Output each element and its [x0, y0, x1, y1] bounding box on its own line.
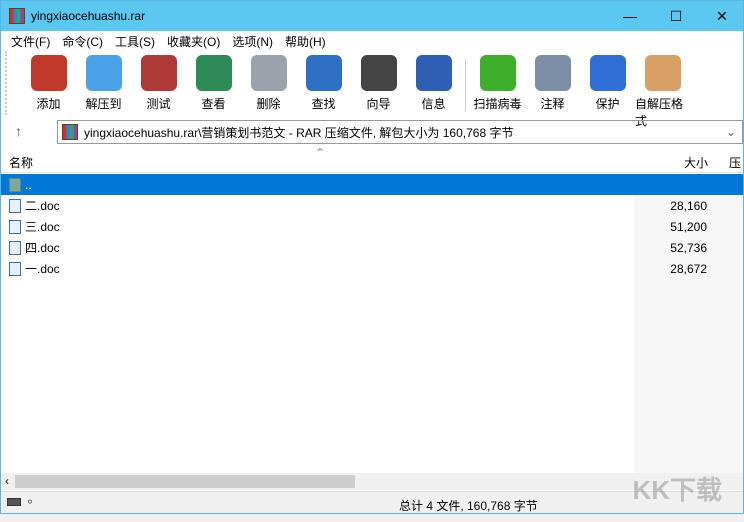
close-button[interactable]: ✕: [699, 1, 744, 31]
sort-arrow-icon: ⌃: [315, 146, 326, 160]
toolbar-button-trash[interactable]: 删除: [241, 55, 296, 112]
doc-file-icon: [9, 219, 21, 234]
folder-up-icon: [9, 177, 21, 192]
comment-icon: [534, 55, 571, 91]
shield-icon: [589, 55, 626, 91]
scroll-thumb[interactable]: [15, 475, 355, 488]
toolbar: 添加 解压到 测试 查看 删除 查找 向导 信息 扫描病毒 注释 保护 自解压格式: [5, 51, 743, 128]
address-bar: ↑ yingxiaocehuashu.rar\营销策划书范文 - RAR 压缩文…: [1, 119, 743, 147]
doc-file-icon: [9, 240, 21, 255]
minimize-button[interactable]: —: [607, 1, 653, 31]
trash-icon: [250, 55, 287, 91]
toolbar-label: 查找: [311, 97, 336, 111]
wizard-wand-icon: [360, 55, 397, 91]
file-size: 28,160: [670, 198, 707, 213]
drive-icon[interactable]: [7, 498, 21, 506]
menu-file[interactable]: 文件(F): [5, 33, 56, 50]
parent-folder-row[interactable]: ..: [1, 174, 743, 195]
file-name: 三.doc: [25, 220, 60, 234]
toolbar-button-virus-scan[interactable]: 扫描病毒: [470, 55, 525, 112]
menu-commands[interactable]: 命令(C): [56, 33, 109, 50]
file-name: ..: [25, 177, 32, 192]
column-header: 名称 ⌃ 大小 压缩: [1, 146, 743, 187]
scroll-left-icon[interactable]: ‹: [5, 474, 9, 488]
archive-icon: [62, 124, 78, 140]
extract-folder-icon: [85, 55, 122, 91]
toolbar-label: 查看: [201, 97, 226, 111]
toolbar-label: 保护: [595, 97, 620, 111]
key-icon[interactable]: ⚬: [25, 495, 35, 509]
toolbar-button-add-archive[interactable]: 添加: [21, 55, 76, 112]
add-archive-icon: [30, 55, 67, 91]
file-name: 二.doc: [25, 199, 60, 213]
menu-options[interactable]: 选项(N): [226, 33, 279, 50]
title-bar: yingxiaocehuashu.rar — ☐ ✕: [1, 1, 743, 31]
file-size: 52,736: [670, 240, 707, 255]
column-name[interactable]: 名称: [9, 154, 33, 171]
toolbar-label: 添加: [36, 97, 61, 111]
toolbar-button-shield[interactable]: 保护: [580, 55, 635, 112]
toolbar-label: 扫描病毒: [473, 97, 522, 111]
file-size: 51,200: [670, 219, 707, 234]
file-row[interactable]: 四.doc 52,736: [1, 237, 743, 258]
winrar-logo-icon: [9, 8, 25, 24]
toolbar-label: 解压到: [85, 97, 122, 111]
path-field[interactable]: yingxiaocehuashu.rar\营销策划书范文 - RAR 压缩文件,…: [57, 120, 743, 144]
info-icon: [415, 55, 452, 91]
toolbar-button-wizard-wand[interactable]: 向导: [351, 55, 406, 112]
file-row[interactable]: 一.doc 28,672: [1, 258, 743, 279]
toolbar-button-test-clipboard[interactable]: 测试: [131, 55, 186, 112]
toolbar-label: 测试: [146, 97, 171, 111]
toolbar-button-info[interactable]: 信息: [406, 55, 461, 112]
toolbar-button-view-book[interactable]: 查看: [186, 55, 241, 112]
toolbar-separator: [465, 59, 466, 111]
toolbar-button-search-magnifier[interactable]: 查找: [296, 55, 351, 112]
toolbar-label: 注释: [540, 97, 565, 111]
search-magnifier-icon: [305, 55, 342, 91]
watermark-logo: KK下载: [632, 475, 722, 505]
file-row[interactable]: 三.doc 51,200: [1, 216, 743, 237]
toolbar-label: 删除: [256, 97, 281, 111]
view-book-icon: [195, 55, 232, 91]
menu-tools[interactable]: 工具(S): [109, 33, 161, 50]
chevron-down-icon[interactable]: ⌄: [726, 125, 736, 139]
up-arrow-icon[interactable]: ↑: [15, 123, 22, 139]
file-size: 28,672: [670, 261, 707, 276]
sfx-box-icon: [644, 55, 681, 91]
test-clipboard-icon: [140, 55, 177, 91]
file-name: 四.doc: [25, 241, 60, 255]
virus-scan-icon: [479, 55, 516, 91]
status-total: 总计 4 文件, 160,768 字节: [399, 499, 538, 513]
menu-favorites[interactable]: 收藏夹(O): [161, 33, 226, 50]
path-text: yingxiaocehuashu.rar\营销策划书范文 - RAR 压缩文件,…: [84, 125, 514, 140]
file-list: .. 二.doc 28,160 三.doc 51,200 四.doc 52,736 一.doc…: [1, 174, 743, 473]
maximize-button[interactable]: ☐: [653, 1, 699, 31]
menu-help[interactable]: 帮助(H): [279, 33, 332, 50]
doc-file-icon: [9, 198, 21, 213]
column-size[interactable]: 大小: [684, 154, 708, 171]
file-row[interactable]: 二.doc 28,160: [1, 195, 743, 216]
window-title: yingxiaocehuashu.rar: [31, 9, 146, 23]
menu-bar: 文件(F) 命令(C) 工具(S) 收藏夹(O) 选项(N) 帮助(H): [1, 31, 743, 51]
toolbar-button-extract-folder[interactable]: 解压到: [76, 55, 131, 112]
file-name: 一.doc: [25, 262, 60, 276]
toolbar-label: 向导: [366, 97, 391, 111]
toolbar-button-sfx-box[interactable]: 自解压格式: [635, 55, 690, 129]
doc-file-icon: [9, 261, 21, 276]
toolbar-button-comment[interactable]: 注释: [525, 55, 580, 112]
toolbar-label: 信息: [421, 97, 446, 111]
background-window: [0, 514, 744, 522]
winrar-window: yingxiaocehuashu.rar — ☐ ✕ 文件(F) 命令(C) 工…: [0, 0, 744, 514]
